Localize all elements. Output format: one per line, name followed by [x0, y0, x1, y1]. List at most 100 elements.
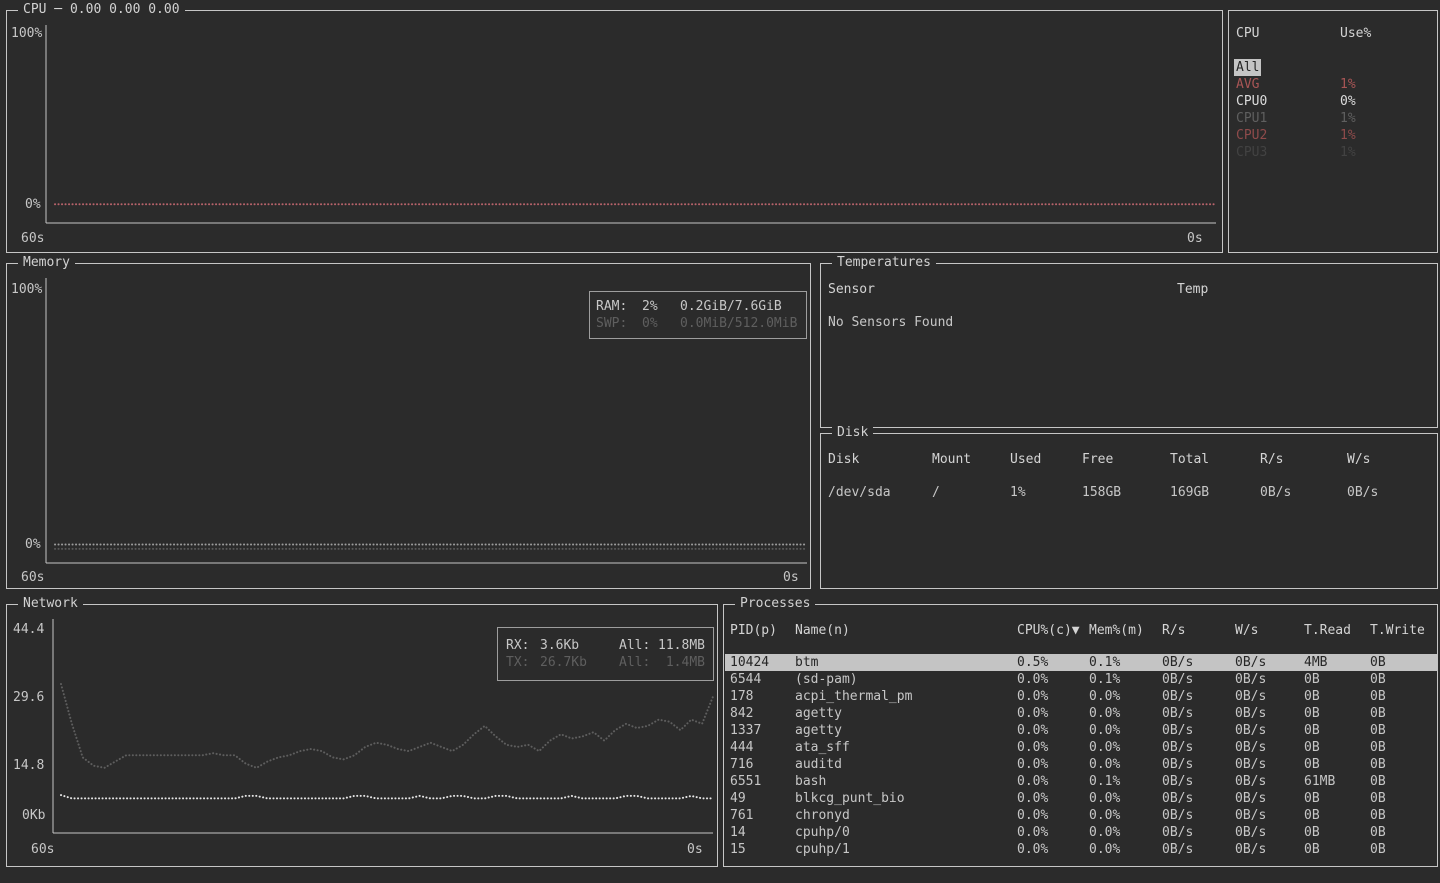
process-header-7[interactable]: T.Write [1370, 622, 1425, 639]
process-row-acpi_thermal_pm[interactable]: 178acpi_thermal_pm0.0%0.0%0B/s0B/s0B0B [725, 688, 1438, 705]
process-cell: 0B/s [1162, 671, 1193, 688]
process-header-5[interactable]: W/s [1235, 622, 1258, 639]
process-cell: 0B [1304, 705, 1320, 722]
cpu-legend-row-cpu0[interactable]: CPU00% [1230, 93, 1438, 110]
memory-y-max-label: 100% [11, 282, 42, 297]
cpu-legend-header-use: Use% [1340, 25, 1371, 42]
process-cell: 0B [1370, 739, 1386, 756]
process-cell: 0B [1370, 671, 1386, 688]
cpu-usage-chart [7, 11, 1222, 252]
disk-panel[interactable]: Disk Disk Mount Used Free Total R/s W/s … [820, 433, 1438, 589]
process-row-(sd-pam)[interactable]: 6544(sd-pam)0.0%0.1%0B/s0B/s0B0B [725, 671, 1438, 688]
process-header-0[interactable]: PID(p) [730, 622, 777, 639]
process-cell: 716 [730, 756, 753, 773]
cpu-chart-panel[interactable]: CPU ─ 0.00 0.00 0.00 100% 0% 60s 0s [6, 10, 1223, 253]
network-panel[interactable]: Network 44.4 29.6 14.8 0Kb 60s 0s RX: 3.… [6, 604, 718, 867]
disk-row[interactable]: /dev/sda / 1% 158GB 169GB 0B/s 0B/s [822, 484, 1436, 501]
process-cell: (sd-pam) [795, 671, 858, 688]
processes-panel[interactable]: Processes PID(p)Name(n)CPU%(c)▼Mem%(m)R/… [723, 604, 1438, 867]
cpu-legend-label: CPU0 [1236, 93, 1267, 110]
ram-percent: 2% [642, 298, 658, 315]
process-cell: 0B/s [1162, 688, 1193, 705]
cpu-legend-row-all[interactable]: All [1230, 59, 1438, 76]
tx-total-value: 1.4MB [666, 654, 705, 671]
process-cell: 0B/s [1235, 688, 1266, 705]
process-cell: ata_sff [795, 739, 850, 756]
process-cell: 0.0% [1089, 790, 1120, 807]
network-y-tick-1: 14.8 [13, 758, 44, 773]
process-cell: auditd [795, 756, 842, 773]
process-row-btm[interactable]: 10424btm0.5%0.1%0B/s0B/s4MB0B [725, 654, 1438, 671]
disk-panel-title: Disk [832, 425, 873, 441]
process-header-3[interactable]: Mem%(m) [1089, 622, 1144, 639]
network-x-right-label: 0s [687, 842, 703, 857]
disk-header-used: Used [1010, 451, 1041, 468]
temperatures-panel[interactable]: Temperatures Sensor Temp No Sensors Foun… [820, 263, 1438, 428]
process-row-cpuhp/0[interactable]: 14cpuhp/00.0%0.0%0B/s0B/s0B0B [725, 824, 1438, 841]
rx-total-label: All: [619, 637, 650, 654]
disk-cell-total: 169GB [1170, 484, 1209, 501]
network-y-tick-0: 0Kb [22, 808, 45, 823]
process-cell: 10424 [730, 654, 769, 671]
process-cell: 0B [1304, 722, 1320, 739]
process-cell: chronyd [795, 807, 850, 824]
process-cell: 15 [730, 841, 746, 858]
btm-dashboard: { "colors": { "background": "#2b2b2b", "… [0, 0, 1440, 883]
process-header-6[interactable]: T.Read [1304, 622, 1351, 639]
cpu-x-left-label: 60s [21, 231, 44, 246]
process-cell: cpuhp/1 [795, 841, 850, 858]
disk-header-ws: W/s [1347, 451, 1370, 468]
cpu-legend-row-cpu2[interactable]: CPU21% [1230, 127, 1438, 144]
process-row-cpuhp/1[interactable]: 15cpuhp/10.0%0.0%0B/s0B/s0B0B [725, 841, 1438, 858]
network-x-left-label: 60s [31, 842, 54, 857]
cpu-legend-header-cpu: CPU [1236, 25, 1259, 42]
process-header-2-sort-desc[interactable]: CPU%(c)▼ [1017, 622, 1080, 639]
cpu-x-right-label: 0s [1187, 231, 1203, 246]
process-header-1[interactable]: Name(n) [795, 622, 850, 639]
process-cell: 6544 [730, 671, 761, 688]
disk-header-row: Disk Mount Used Free Total R/s W/s [822, 451, 1436, 468]
processes-panel-title: Processes [735, 596, 815, 612]
process-row-ata_sff[interactable]: 444ata_sff0.0%0.0%0B/s0B/s0B0B [725, 739, 1438, 756]
process-cell: 0B/s [1162, 705, 1193, 722]
process-cell: 0B/s [1235, 671, 1266, 688]
cpu-legend-panel[interactable]: CPU Use% AllAVG1%CPU00%CPU11%CPU21%CPU31… [1228, 10, 1438, 253]
process-cell: 0B/s [1162, 841, 1193, 858]
rx-legend-row: RX: 3.6Kb All: 11.8MB [498, 637, 713, 654]
process-header-4[interactable]: R/s [1162, 622, 1185, 639]
disk-header-disk: Disk [828, 451, 859, 468]
process-cell: agetty [795, 722, 842, 739]
process-cell: 0B [1304, 790, 1320, 807]
process-rows: 10424btm0.5%0.1%0B/s0B/s4MB0B6544 (sd-pam… [724, 654, 1437, 858]
disk-cell-device: /dev/sda [828, 484, 891, 501]
process-cell: 761 [730, 807, 753, 824]
process-cell: 0B [1304, 688, 1320, 705]
cpu-y-max-label: 100% [11, 26, 42, 41]
cpu-legend-row-cpu1[interactable]: CPU11% [1230, 110, 1438, 127]
process-header-row[interactable]: PID(p) Name(n) CPU%(c)▼ Mem%(m) R/s W/s T.Read… [725, 622, 1436, 639]
temperatures-header-row: Sensor Temp [822, 281, 1436, 298]
process-row-agetty[interactable]: 1337agetty0.0%0.0%0B/s0B/s0B0B [725, 722, 1438, 739]
cpu-legend-label: CPU1 [1236, 110, 1267, 127]
process-row-chronyd[interactable]: 761chronyd0.0%0.0%0B/s0B/s0B0B [725, 807, 1438, 824]
disk-header-free: Free [1082, 451, 1113, 468]
process-cell: 0.5% [1017, 654, 1048, 671]
cpu-legend-row-cpu3[interactable]: CPU31% [1230, 144, 1438, 161]
process-row-auditd[interactable]: 716auditd0.0%0.0%0B/s0B/s0B0B [725, 756, 1438, 773]
process-cell: 1337 [730, 722, 761, 739]
memory-panel[interactable]: Memory 100% 0% 60s 0s RAM: 2% 0.2GiB/7.6… [6, 263, 811, 589]
cpu-legend-value: 1% [1340, 76, 1356, 93]
disk-header-mount: Mount [932, 451, 971, 468]
cpu-legend-row-avg[interactable]: AVG1% [1230, 76, 1438, 93]
process-cell: 0.0% [1017, 773, 1048, 790]
process-row-agetty[interactable]: 842agetty0.0%0.0%0B/s0B/s0B0B [725, 705, 1438, 722]
process-cell: 0.0% [1017, 671, 1048, 688]
process-cell: 0B [1304, 807, 1320, 824]
process-cell: 0.0% [1089, 841, 1120, 858]
process-row-blkcg_punt_bio[interactable]: 49blkcg_punt_bio0.0%0.0%0B/s0B/s0B0B [725, 790, 1438, 807]
process-cell: 0B [1370, 705, 1386, 722]
process-cell: 0.0% [1089, 688, 1120, 705]
no-sensors-message: No Sensors Found [828, 314, 953, 331]
process-row-bash[interactable]: 6551bash0.0%0.1%0B/s0B/s61MB0B [725, 773, 1438, 790]
swap-percent: 0% [642, 315, 658, 332]
